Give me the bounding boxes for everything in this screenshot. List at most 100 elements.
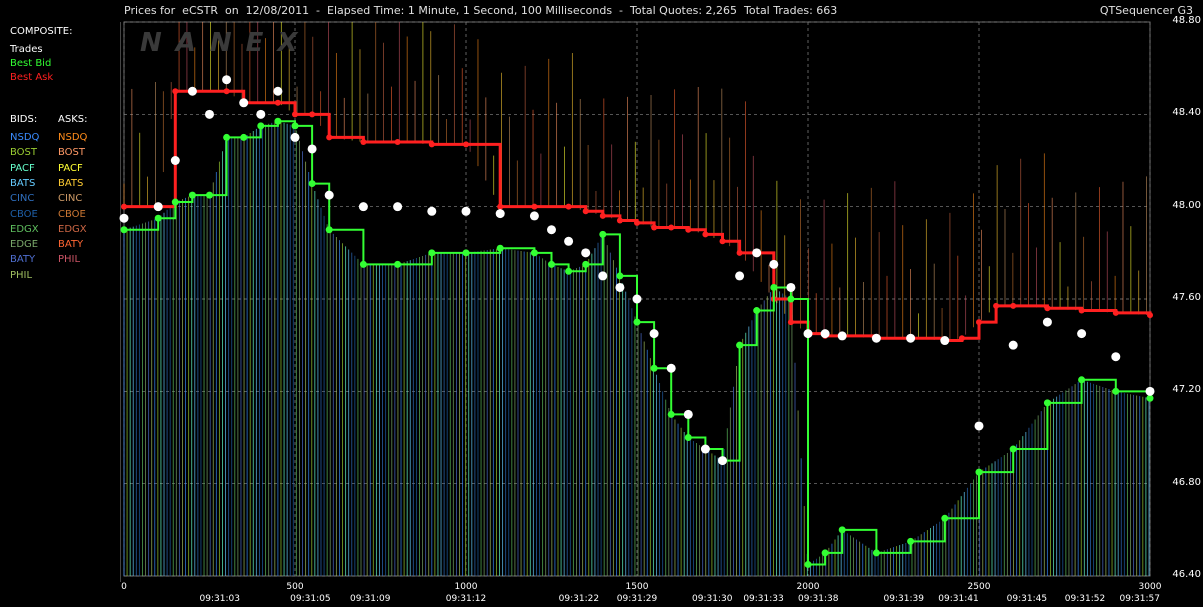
trade-point [119,213,129,223]
y-tick-label: 48.40 [1172,107,1201,119]
best-bid-point [787,295,795,303]
x-tick-label: 500 [286,582,304,592]
time-label: 09:31:33 [743,594,784,604]
best-bid-point [188,191,196,199]
best-ask-point [326,134,333,141]
best-ask-point [787,319,794,326]
best-bid-point [206,191,213,199]
best-bid-point [257,122,265,130]
time-label: 09:31:57 [1119,594,1160,604]
best-ask-point [958,335,965,342]
best-ask-point [582,208,589,215]
best-ask-point [668,224,675,231]
trade-point [273,86,283,96]
trade-point [752,248,762,258]
best-ask-point [394,139,401,146]
trade-point [615,282,625,292]
best-bid-point [565,267,573,275]
best-bid-point [599,230,607,238]
best-ask-point [497,203,504,210]
trade-point [598,271,608,281]
best-bid-point [1078,376,1086,384]
best-bid-point [394,260,402,268]
time-label: 09:31:41 [938,594,979,604]
best-bid-point [582,260,590,268]
trade-point [1008,340,1018,350]
best-bid-point [171,198,179,206]
best-ask-point [1044,305,1051,312]
best-bid-point [120,226,128,234]
y-tick-label: 47.20 [1172,384,1201,396]
best-bid-point [530,249,538,257]
trade-point [529,211,539,221]
time-label: 09:31:03 [199,594,240,604]
trade-point [547,225,556,235]
y-tick-label: 46.80 [1172,476,1201,488]
best-bid-point [428,249,436,257]
time-label: 09:31:22 [558,594,600,604]
best-ask-point [976,319,982,326]
trade-point [632,294,642,304]
time-label: 09:31:05 [290,594,331,604]
best-bid-point [274,117,282,125]
best-ask-point [360,139,367,146]
trade-point [461,206,471,216]
trade-point [786,282,796,292]
trade-point [735,271,745,281]
trade-point [307,144,317,154]
best-bid-point [907,537,915,545]
best-bid-point [684,434,692,441]
best-ask-point [531,203,538,210]
best-bid-point [1112,387,1120,395]
y-tick-label: 48.80 [1172,15,1201,26]
trade-point [393,202,403,212]
best-bid-point [821,549,829,557]
best-bid-point [804,560,812,568]
best-bid-point [1043,399,1051,407]
best-bid-point [291,122,299,130]
trade-point [837,331,847,341]
best-ask-point [565,203,572,210]
best-bid-point [753,307,761,315]
best-bid-point [496,244,504,252]
best-bid-point [633,318,641,326]
trade-point [769,259,779,269]
time-label: 09:31:38 [798,594,839,604]
trade-point [974,421,984,431]
best-ask-point [993,302,1000,309]
time-label: 09:31:45 [1006,594,1048,604]
best-bid-point [359,260,367,268]
best-bid-point [308,180,316,188]
best-bid-point [462,249,470,257]
best-bid-point [154,214,162,222]
trade-point [324,190,334,200]
trade-point [187,86,197,96]
best-ask-point [634,219,640,226]
best-bid-point [240,133,248,141]
x-tick-label: 3000 [1138,582,1162,592]
best-bid-point [616,272,624,280]
trade-point [820,329,830,339]
best-ask-point [736,249,743,256]
best-ask-point [463,141,469,148]
trade-point [153,202,163,212]
best-ask-point [616,217,623,224]
trade-point [581,248,591,258]
best-ask-point [702,231,709,238]
best-bid-point [770,283,778,291]
trade-point [1111,352,1121,362]
best-ask-point [599,212,606,219]
trade-point [290,132,300,142]
best-bid-point [872,549,880,557]
trade-point [649,329,659,339]
best-bid-point [667,410,675,418]
y-tick-label: 46.40 [1172,569,1201,580]
best-ask-point [719,238,726,245]
trade-point [495,209,505,219]
best-ask-point [1112,309,1119,316]
best-bid-point [975,468,983,476]
x-tick-label: 2000 [796,582,820,592]
best-bid-point [838,526,846,534]
time-label: 09:31:52 [1064,594,1106,604]
y-tick-label: 47.60 [1172,292,1201,303]
